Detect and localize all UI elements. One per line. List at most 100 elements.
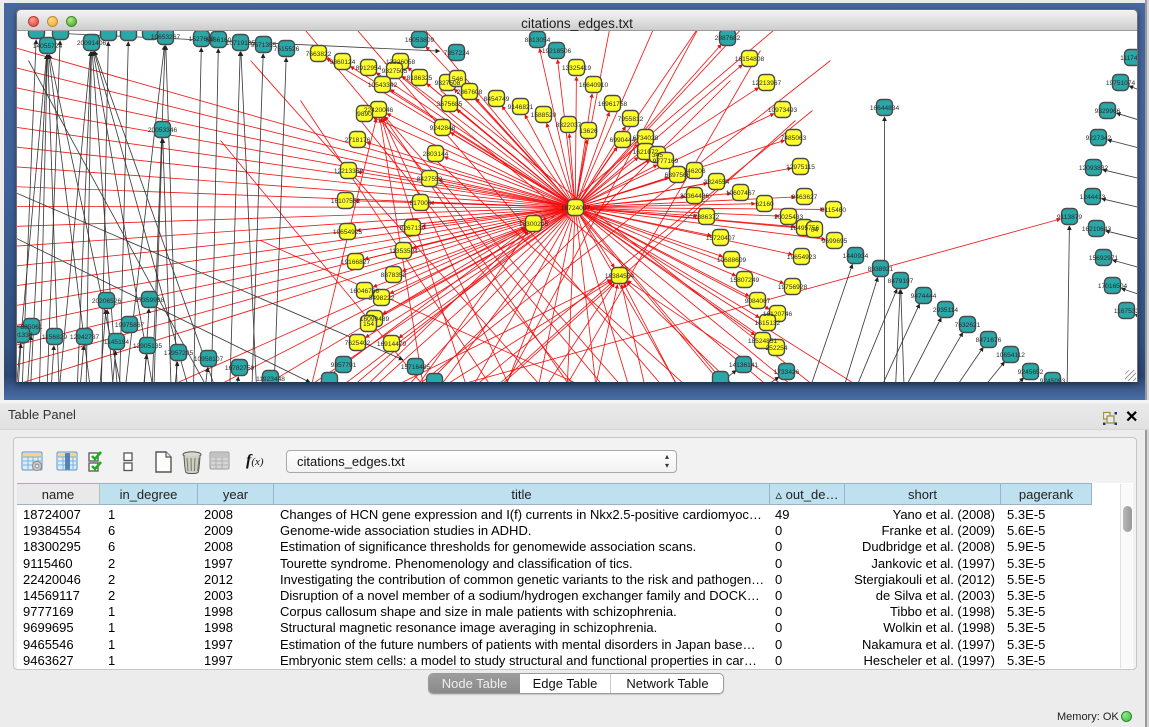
svg-text:12093832: 12093832: [1079, 165, 1109, 172]
svg-text:8427552: 8427552: [417, 176, 443, 183]
svg-text:16640910: 16640910: [579, 82, 609, 89]
svg-text:8322037: 8322037: [556, 122, 582, 129]
svg-text:7515526: 7515526: [274, 46, 300, 53]
svg-text:1588520: 1588520: [531, 112, 557, 119]
svg-text:9474444: 9474444: [911, 293, 937, 300]
svg-text:7485063: 7485063: [781, 135, 807, 142]
svg-text:9245093: 9245093: [1040, 378, 1066, 382]
svg-text:391334: 391334: [17, 332, 33, 339]
svg-text:2867608: 2867608: [457, 89, 483, 96]
svg-text:3824554: 3824554: [704, 179, 730, 186]
svg-text:15807249: 15807249: [730, 277, 760, 284]
svg-text:9860124: 9860124: [330, 59, 356, 66]
svg-text:8479197: 8479197: [888, 278, 914, 285]
svg-text:18524851: 18524851: [748, 338, 778, 345]
svg-text:16053809: 16053809: [405, 37, 435, 44]
svg-text:19751074: 19751074: [1106, 80, 1136, 87]
svg-text:8186325: 8186325: [407, 75, 433, 82]
svg-text:8471676: 8471676: [976, 337, 1002, 344]
svg-text:2803144: 2803144: [423, 151, 449, 158]
svg-text:20206526: 20206526: [92, 298, 122, 305]
svg-text:10653267: 10653267: [151, 34, 181, 41]
svg-text:13626: 13626: [579, 128, 598, 135]
svg-text:8267130: 8267130: [400, 225, 426, 232]
svg-text:12213967: 12213967: [752, 80, 782, 87]
svg-text:15720407: 15720407: [706, 235, 736, 242]
svg-text:12905135: 12905135: [133, 343, 163, 350]
svg-text:19756928: 19756928: [778, 284, 808, 291]
svg-text:20364436: 20364436: [680, 193, 710, 200]
svg-text:14136141: 14136141: [729, 362, 759, 369]
svg-text:9084067: 9084067: [745, 298, 771, 305]
svg-text:9329966: 9329966: [1095, 108, 1121, 115]
svg-text:14055724: 14055724: [33, 43, 63, 50]
svg-text:18300295: 18300295: [519, 221, 549, 228]
svg-text:9777169: 9777169: [653, 158, 679, 165]
svg-text:885061: 885061: [20, 324, 42, 331]
svg-text:9857791: 9857791: [331, 362, 357, 369]
svg-text:6897568: 6897568: [665, 172, 691, 179]
svg-text:10654112: 10654112: [996, 352, 1025, 359]
svg-text:8912954: 8912954: [356, 65, 382, 72]
svg-text:1167533: 1167533: [1114, 308, 1137, 315]
svg-text:1117404: 1117404: [1120, 55, 1137, 62]
svg-text:20091406: 20091406: [77, 40, 107, 47]
svg-text:9146821: 9146821: [508, 104, 534, 111]
svg-text:16644834: 16644834: [870, 105, 900, 112]
svg-text:19166827: 19166827: [341, 259, 371, 266]
svg-text:19975867: 19975867: [115, 322, 145, 329]
svg-text:252254: 252254: [765, 345, 787, 352]
svg-text:8938921: 8938921: [868, 266, 894, 273]
svg-text:19384554: 19384554: [605, 273, 635, 280]
svg-text:8454749: 8454749: [484, 96, 510, 103]
svg-text:9227342: 9227342: [1086, 135, 1112, 142]
svg-text:9890: 9890: [357, 111, 372, 118]
svg-text:2718176: 2718176: [345, 137, 371, 144]
svg-text:10973493: 10973493: [768, 107, 798, 114]
svg-text:10025433: 10025433: [774, 214, 804, 221]
svg-text:04: 04: [811, 227, 819, 234]
svg-text:6734028: 6734028: [633, 135, 659, 142]
svg-text:18724007: 18724007: [561, 205, 591, 212]
svg-text:10958107: 10958107: [194, 356, 224, 363]
svg-text:1733426: 1733426: [774, 369, 800, 376]
svg-text:13226058: 13226058: [386, 59, 416, 66]
svg-text:12213369: 12213369: [334, 168, 364, 175]
svg-text:154: 154: [363, 321, 374, 328]
svg-text:1440934: 1440934: [843, 253, 869, 260]
svg-text:12975115: 12975115: [786, 164, 815, 171]
svg-text:15716485: 15716485: [401, 364, 431, 371]
svg-text:16961758: 16961758: [598, 101, 628, 108]
svg-text:2887682: 2887682: [715, 35, 741, 42]
svg-text:817006: 817006: [409, 200, 431, 207]
svg-text:19218506: 19218506: [542, 48, 572, 55]
svg-text:8878352: 8878352: [381, 272, 407, 279]
svg-text:9463627: 9463627: [792, 194, 818, 201]
svg-text:9115460: 9115460: [821, 207, 847, 214]
svg-text:9245652: 9245652: [1018, 369, 1044, 376]
svg-text:9327505: 9327505: [382, 68, 408, 75]
svg-text:19654925: 19654925: [333, 229, 363, 236]
svg-text:15692971: 15692971: [1089, 255, 1119, 262]
svg-text:12942737: 12942737: [70, 334, 100, 341]
svg-text:20053346: 20053346: [148, 127, 178, 134]
svg-text:16914479: 16914479: [377, 341, 407, 348]
svg-text:17957225: 17957225: [164, 350, 194, 357]
svg-text:9113879: 9113879: [1057, 214, 1083, 221]
svg-text:1244413: 1244413: [1080, 194, 1106, 201]
svg-text:10688609: 10688609: [717, 257, 747, 264]
svg-text:11353594: 11353594: [389, 248, 418, 255]
svg-text:10607467: 10607467: [726, 190, 756, 197]
svg-text:8813054: 8813054: [525, 37, 551, 44]
svg-text:7357224: 7357224: [444, 50, 470, 57]
svg-text:7955812: 7955812: [618, 116, 644, 123]
svg-text:1156829: 1156829: [42, 334, 68, 341]
svg-text:9699695: 9699695: [822, 238, 848, 245]
svg-text:3675685: 3675685: [437, 101, 463, 108]
svg-text:2935114: 2935114: [933, 307, 959, 314]
svg-text:16154808: 16154808: [735, 56, 765, 63]
svg-text:7632621: 7632621: [955, 322, 981, 329]
svg-text:16107552: 16107552: [331, 198, 361, 205]
svg-text:11923448: 11923448: [256, 376, 285, 382]
svg-text:7663822: 7663822: [306, 51, 332, 58]
